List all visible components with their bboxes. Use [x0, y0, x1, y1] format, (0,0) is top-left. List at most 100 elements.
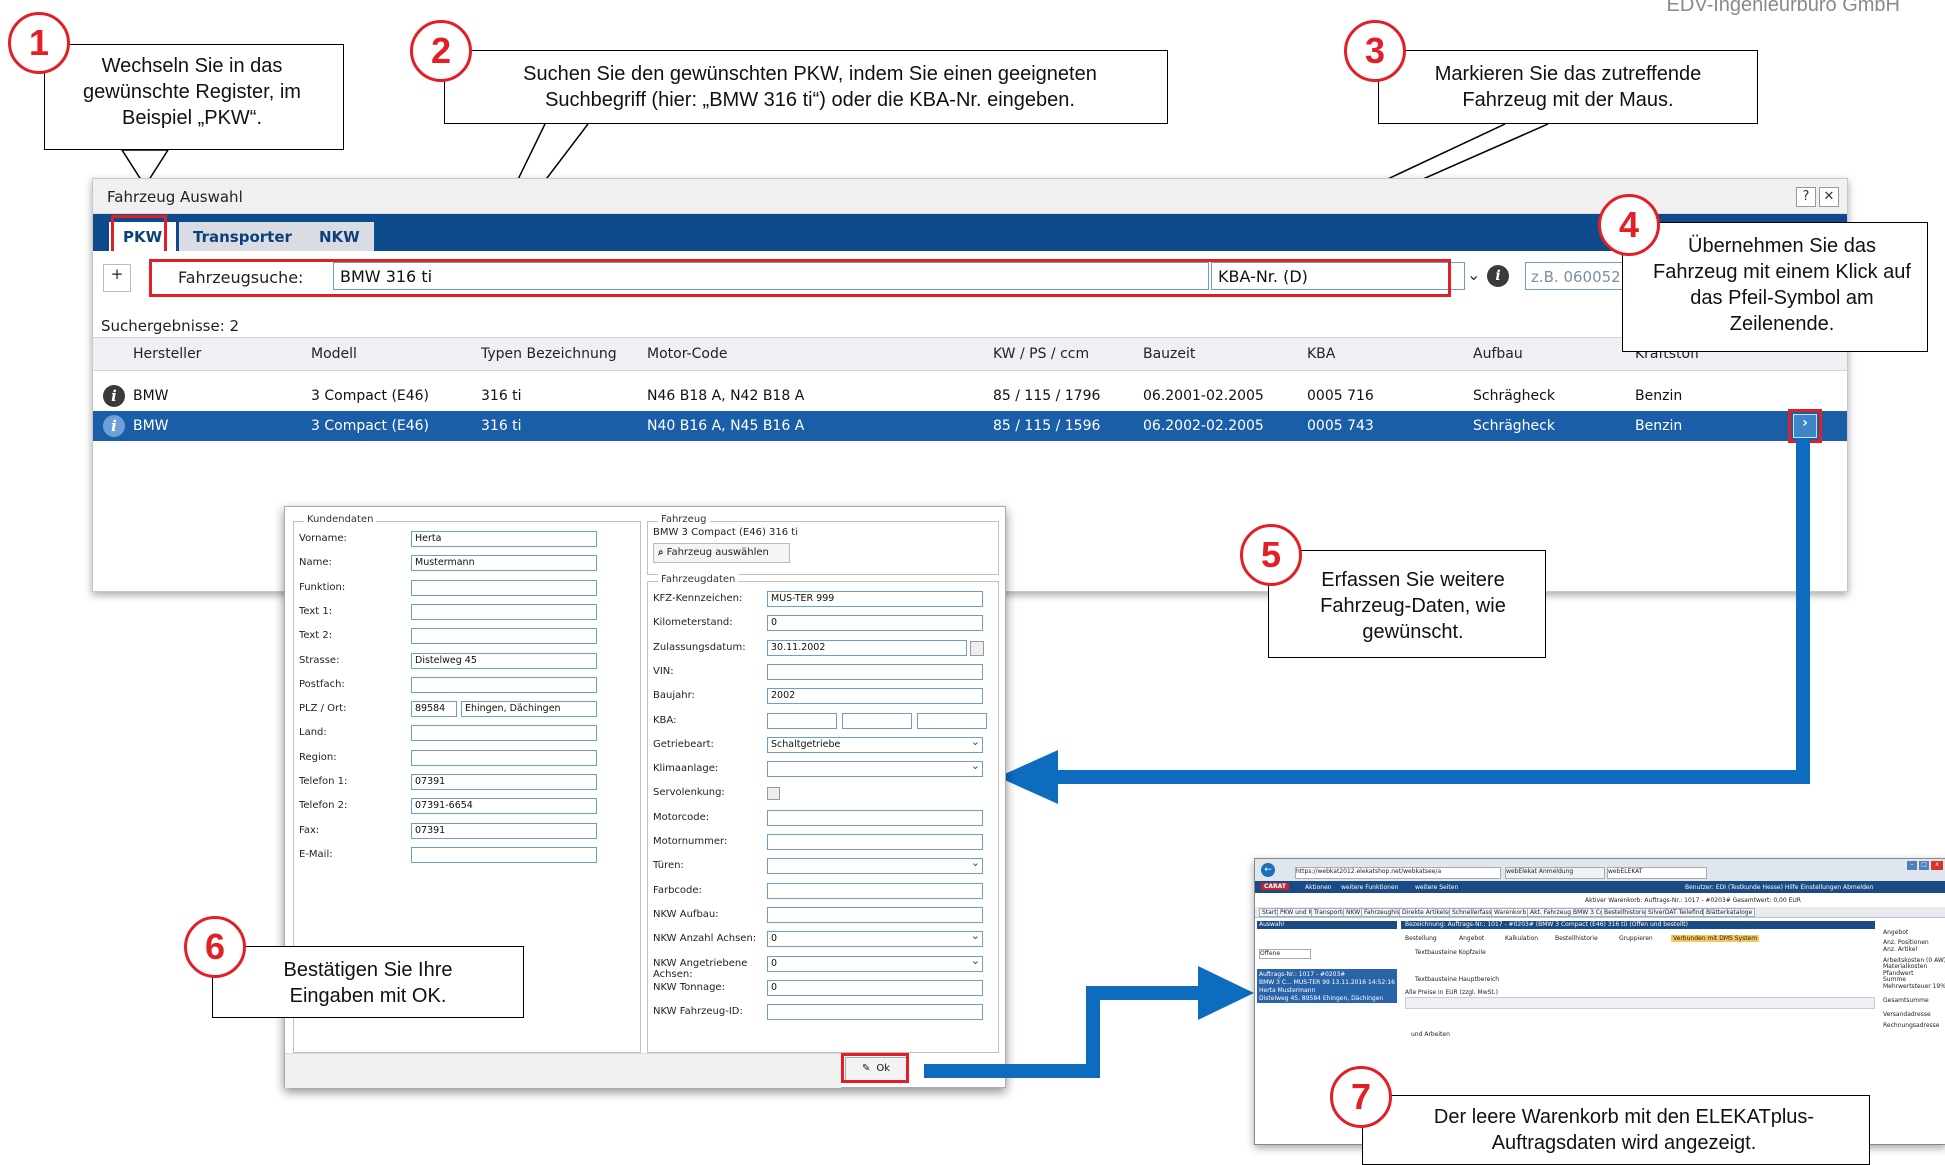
table-row[interactable]: i BMW 3 Compact (E46) 316 ti N46 B18 A, …: [93, 381, 1847, 411]
info-icon[interactable]: i: [103, 415, 125, 437]
kunden-input[interactable]: 07391: [411, 822, 597, 839]
fahrzeug-input[interactable]: 0: [767, 615, 983, 632]
col-motor[interactable]: Motor-Code: [647, 346, 727, 362]
fahrzeug-label: Zulassungsdatum:: [653, 641, 746, 653]
kunden-input[interactable]: 07391: [411, 774, 597, 790]
toolbar-button[interactable]: Bestellung: [1405, 935, 1437, 942]
kunden-label: Text 1:: [299, 605, 333, 617]
kunden-input[interactable]: 07391-6654: [411, 798, 597, 815]
maximize-icon[interactable]: □: [1919, 861, 1929, 870]
callout-1-text: Wechseln Sie in das gewünschte Register,…: [44, 44, 344, 150]
kunden-input[interactable]: [411, 603, 597, 620]
minimize-icon[interactable]: –: [1907, 861, 1917, 870]
ort-input[interactable]: Ehingen, Dächingen: [461, 701, 597, 718]
browser-tab-2[interactable]: webELEKAT: [1607, 867, 1707, 879]
toolbar-button[interactable]: Verbunden mit DMS System: [1671, 935, 1760, 942]
kunden-label: Region:: [299, 751, 337, 763]
col-kba[interactable]: KBA: [1307, 346, 1335, 362]
fahrzeug-label: VIN:: [653, 665, 674, 677]
kunden-input[interactable]: Mustermann: [411, 555, 597, 572]
info-icon[interactable]: i: [103, 385, 125, 407]
browser-tab-1[interactable]: webElekat Anmeldung: [1505, 867, 1605, 879]
col-bauzeit[interactable]: Bauzeit: [1143, 346, 1195, 362]
fahrzeug-input[interactable]: 30.11.2002: [767, 639, 967, 656]
fahrzeug-label: Motorcode:: [653, 811, 710, 823]
hauptbereich-button[interactable]: Textbausteine Hauptbereich: [1415, 976, 1499, 983]
toolbar-button[interactable]: Kalkulation: [1505, 935, 1538, 942]
flow-arrow-horizontal: [1050, 770, 1810, 784]
close-button[interactable]: ✕: [1819, 187, 1839, 207]
col-typ[interactable]: Typen Bezeichnung: [481, 346, 617, 362]
kunden-input[interactable]: [411, 846, 597, 863]
col-kw[interactable]: KW / PS / ccm: [993, 346, 1089, 362]
kunden-input[interactable]: [411, 579, 597, 596]
app-tab[interactable]: Akt. Fahrzeug BMW 3 Co...: [1527, 908, 1613, 917]
fahrzeug-label: Klimaanlage:: [653, 763, 719, 775]
col-modell[interactable]: Modell: [311, 346, 357, 362]
cell-motor: N46 B18 A, N42 B18 A: [647, 388, 805, 404]
kba-input[interactable]: [767, 712, 837, 729]
kunden-input[interactable]: [411, 628, 597, 645]
fahrzeug-input[interactable]: [767, 1004, 983, 1021]
col-hersteller[interactable]: Hersteller: [133, 346, 201, 362]
select-vehicle-button[interactable]: ⌕ Fahrzeug auswählen: [653, 543, 790, 563]
menu-seiten[interactable]: weitere Seiten: [1415, 884, 1458, 891]
fahrzeug-input[interactable]: 0: [767, 979, 983, 996]
kunden-input[interactable]: Herta: [411, 531, 597, 547]
toolbar-button[interactable]: Bestellhistorie: [1555, 935, 1598, 942]
fahrzeug-input[interactable]: Schaltgetriebe: [767, 735, 983, 753]
search-icon: ⌕: [658, 547, 664, 558]
tab-bar: PKW Transporter NKW: [93, 214, 1847, 252]
fahrzeugdaten-legend: Fahrzeugdaten: [658, 574, 739, 585]
arrow-left-icon: [998, 750, 1058, 804]
table-row-selected[interactable]: i BMW 3 Compact (E46) 316 ti N40 B16 A, …: [93, 411, 1847, 441]
kba-input[interactable]: [917, 712, 987, 729]
add-button[interactable]: +: [103, 264, 131, 292]
fahrzeug-input[interactable]: [767, 906, 983, 923]
servolenkung-checkbox[interactable]: [767, 787, 780, 801]
kunden-input[interactable]: [411, 749, 597, 766]
fahrzeug-input[interactable]: 0: [767, 929, 983, 948]
toolbar-button[interactable]: Gruppieren: [1619, 935, 1653, 942]
menu-aktionen[interactable]: Aktionen: [1305, 884, 1332, 891]
kunden-input[interactable]: [411, 725, 597, 742]
price-note: Alle Preise in EUR (zzgl. MwSt.): [1405, 989, 1499, 996]
back-icon[interactable]: ←: [1261, 863, 1275, 877]
kopfzeile-button[interactable]: Textbausteine Kopfzeile: [1415, 949, 1486, 956]
menu-funktionen[interactable]: weitere Funktionen: [1341, 884, 1398, 891]
info-icon[interactable]: i: [1487, 265, 1509, 287]
app-tab[interactable]: Blätterkataloge: [1703, 908, 1756, 917]
filter-select[interactable]: Offene: [1259, 949, 1311, 959]
fahrzeug-input[interactable]: [767, 834, 983, 850]
fahrzeug-input[interactable]: MUS-TER 999: [767, 591, 983, 607]
fahrzeug-input[interactable]: 0: [767, 954, 983, 972]
col-aufbau[interactable]: Aufbau: [1473, 346, 1523, 362]
app-tab[interactable]: Bestellhistorie: [1601, 908, 1650, 917]
kunden-input[interactable]: [411, 676, 597, 693]
kunden-input[interactable]: Distelweg 45: [411, 652, 597, 669]
fahrzeug-input[interactable]: [767, 882, 983, 899]
summary-label: Versandadresse: [1883, 1011, 1931, 1018]
app-tab[interactable]: Warenkorb: [1491, 908, 1530, 917]
toolbar-button[interactable]: Angebot: [1459, 935, 1484, 942]
cell-typ: 316 ti: [481, 418, 522, 434]
flow-arrow-ok: [924, 1064, 1100, 1078]
close-icon[interactable]: x: [1931, 861, 1943, 870]
url-field[interactable]: https://webkat2012.elekatshop.net/webkat…: [1295, 867, 1501, 879]
tab-transporter[interactable]: Transporter: [179, 222, 306, 252]
window-controls: – □ x: [1907, 861, 1945, 871]
fahrzeug-input[interactable]: [767, 759, 983, 778]
tab-nkw[interactable]: NKW: [305, 222, 374, 252]
plz-input[interactable]: 89584: [411, 701, 457, 718]
chevron-down-icon[interactable]: ⌄: [1467, 265, 1480, 284]
fahrzeug-input[interactable]: [767, 856, 983, 875]
fahrzeug-input[interactable]: 2002: [767, 688, 983, 705]
help-button[interactable]: ?: [1796, 187, 1816, 207]
kba-input[interactable]: [842, 712, 912, 729]
calendar-icon[interactable]: [970, 640, 984, 656]
select-vehicle-label: Fahrzeug auswählen: [666, 547, 769, 558]
fahrzeug-input[interactable]: [767, 663, 983, 680]
fahrzeug-input[interactable]: [767, 809, 983, 826]
fahrzeug-label: Baujahr:: [653, 690, 695, 702]
fahrzeug-label: Servolenkung:: [653, 787, 725, 799]
